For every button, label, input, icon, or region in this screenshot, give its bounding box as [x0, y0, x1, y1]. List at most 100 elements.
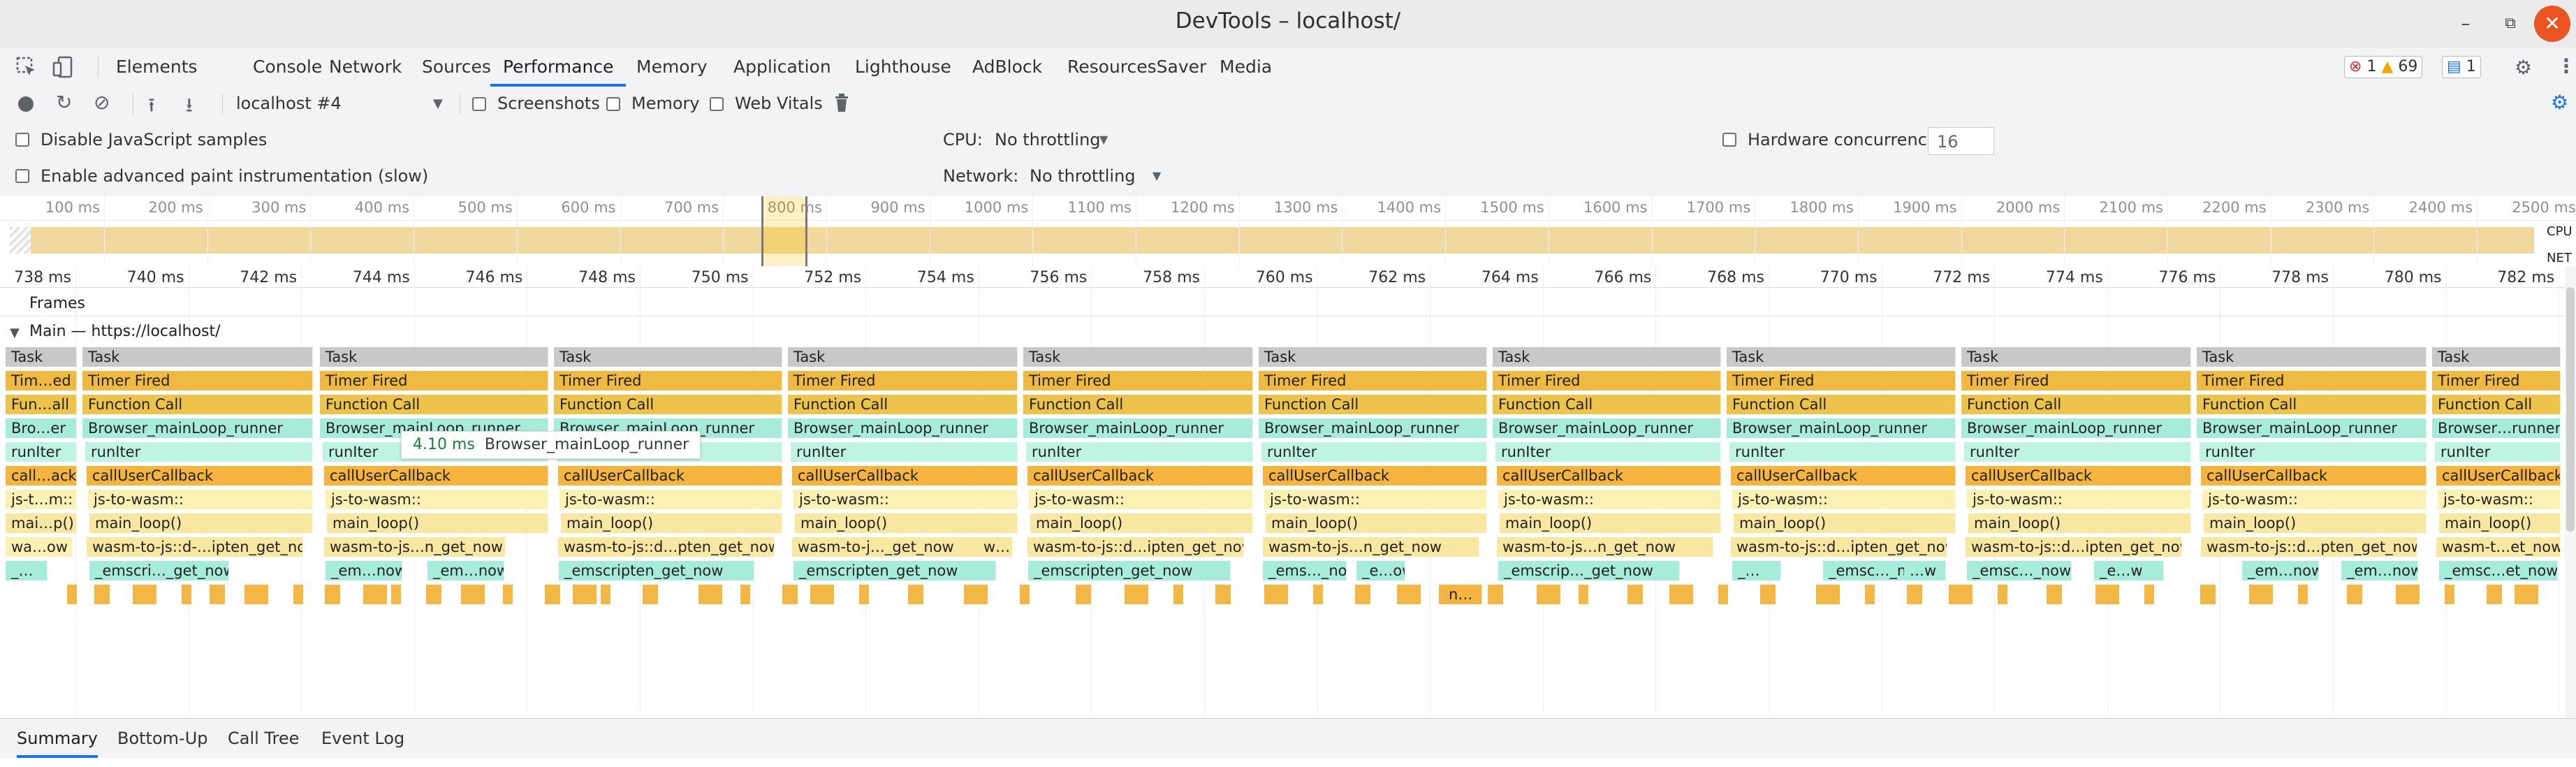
flame-sliver[interactable]	[461, 585, 485, 604]
flame-block[interactable]: js-to-wasm::	[325, 490, 548, 509]
flame-sliver[interactable]	[1718, 585, 1728, 604]
flame-block[interactable]: wasm-to-js::d…ipten_get_now	[1027, 537, 1244, 557]
more-options-icon[interactable]: ⋮	[2556, 54, 2576, 78]
flame-block[interactable]: Browser_mainLoop_runner	[82, 418, 313, 438]
flame-block[interactable]: runIter	[6, 442, 77, 462]
flame-block[interactable]: js-to-wasm::	[559, 490, 782, 509]
flame-sliver[interactable]	[1355, 585, 1370, 604]
flame-sliver[interactable]	[133, 585, 156, 604]
flame-block[interactable]: callUserCallback	[87, 466, 313, 485]
flame-block[interactable]: Timer Fired	[2197, 371, 2427, 390]
flame-block[interactable]: wasm-to-j…_get_now	[792, 537, 1009, 557]
flame-sliver[interactable]	[859, 585, 869, 604]
flame-block[interactable]: main_loop()	[1500, 513, 1721, 533]
expand-arrow-icon[interactable]: ▼	[10, 326, 20, 340]
flame-block[interactable]: Task	[788, 347, 1018, 367]
flame-block[interactable]: Browser_mainLoop_runner	[1023, 418, 1253, 438]
flame-block[interactable]: _em…now	[325, 561, 402, 580]
flame-sliver[interactable]	[545, 585, 560, 604]
flame-block[interactable]: Task	[320, 347, 548, 367]
flame-sliver[interactable]	[426, 585, 441, 604]
clear-icon[interactable]: ⊘	[94, 91, 110, 114]
flame-block[interactable]: runIter	[85, 442, 313, 462]
flame-sliver[interactable]	[964, 585, 988, 604]
screenshots-checkbox[interactable]	[472, 97, 486, 111]
flame-block[interactable]: wasm-to-js::d-…ipten_get_now	[87, 537, 303, 557]
flame-block[interactable]: _…	[6, 561, 47, 580]
flame-sliver[interactable]	[1125, 585, 1148, 604]
tab-sources[interactable]: Sources	[409, 48, 504, 87]
bottom-tab-summary[interactable]: Summary	[17, 719, 98, 758]
flame-block[interactable]: _emscrip…_get_now	[1498, 561, 1680, 580]
flame-block[interactable]: _e…ow	[1356, 561, 1405, 580]
flame-block[interactable]: Function Call	[1023, 395, 1253, 414]
flame-block[interactable]: _…	[1732, 561, 1781, 580]
flame-block[interactable]: Browser_mainLoop_runner	[788, 418, 1018, 438]
flame-block[interactable]: _em…now	[2242, 561, 2319, 580]
flame-sliver[interactable]	[2445, 585, 2454, 604]
flame-block[interactable]: js-to-wasm::	[1029, 490, 1253, 509]
flame-block[interactable]: main_loop()	[561, 513, 782, 533]
flame-block[interactable]: Timer Fired	[1023, 371, 1253, 390]
flame-block[interactable]: _em…now	[427, 561, 504, 580]
flame-block[interactable]: js-to-wasm::	[1498, 490, 1721, 509]
flame-block[interactable]: _emscri…_get_now	[89, 561, 229, 580]
flame-block[interactable]: Timer Fired	[788, 371, 1018, 390]
flame-sliver[interactable]	[1949, 585, 1973, 604]
flame-block[interactable]: mai…p()	[6, 513, 77, 533]
flame-block[interactable]: _emsc…_now	[1967, 561, 2072, 580]
flame-sliver[interactable]	[740, 585, 750, 604]
flame-block[interactable]: main_loop()	[1968, 513, 2191, 533]
overview-selection-window[interactable]	[761, 196, 807, 266]
flame-block[interactable]: _emsc…et_now	[2439, 561, 2558, 580]
flame-block[interactable]: Task	[1727, 347, 1956, 367]
tab-elements[interactable]: Elements	[103, 48, 210, 87]
flame-block[interactable]: runIter	[1495, 442, 1721, 462]
tab-resourcessaver[interactable]: ResourcesSaver	[1055, 48, 1219, 87]
flame-block[interactable]: Timer Fired	[554, 371, 782, 390]
flame-block[interactable]: runIter	[1026, 442, 1253, 462]
flame-block[interactable]: wasm-to-js…n_get_now	[324, 537, 506, 557]
flame-block[interactable]: Browser_mainLoop_runner	[1727, 418, 1956, 438]
flame-sliver[interactable]	[293, 585, 303, 604]
flame-block[interactable]: Browser_mainLoop_runner	[1961, 418, 2191, 438]
flame-block[interactable]: n…	[1443, 585, 1482, 604]
flame-block[interactable]: callUserCallback	[558, 466, 782, 485]
bottom-tab-bottom-up[interactable]: Bottom-Up	[117, 719, 208, 758]
flame-sliver[interactable]	[325, 585, 340, 604]
flame-sliver[interactable]	[698, 585, 722, 604]
flame-block[interactable]: main_loop()	[89, 513, 313, 533]
tab-media[interactable]: Media	[1207, 48, 1285, 87]
inspect-element-icon[interactable]	[15, 56, 38, 83]
tab-network[interactable]: Network	[316, 48, 414, 87]
main-thread-track-label[interactable]: Main — https://localhost/	[29, 323, 221, 340]
flame-sliver[interactable]	[2347, 585, 2362, 604]
flame-block[interactable]: main_loop()	[1734, 513, 1956, 533]
flame-block[interactable]: wasm-to-js…n_get_now	[1497, 537, 1713, 557]
flame-block[interactable]: Function Call	[788, 395, 1018, 414]
flame-sliver[interactable]	[363, 585, 387, 604]
flame-block[interactable]: wasm-t…et_now	[2436, 537, 2561, 557]
flame-block[interactable]: Browser_mainLoop_runner	[1493, 418, 1721, 438]
flame-block[interactable]: Function Call	[2432, 395, 2561, 414]
flame-block[interactable]: Timer Fired	[1727, 371, 1956, 390]
restore-icon[interactable]: ⧉	[2495, 8, 2526, 39]
flame-block[interactable]: js-to-wasm::	[88, 490, 313, 509]
flame-block[interactable]: Timer Fired	[1961, 371, 2191, 390]
flame-block[interactable]: Task	[1961, 347, 2191, 367]
flame-block[interactable]: callUserCallback	[792, 466, 1018, 485]
flame-block[interactable]: Timer Fired	[320, 371, 548, 390]
flame-block[interactable]: wasm-to-js::d…pten_get_now	[2201, 537, 2417, 557]
flame-block[interactable]: Function Call	[1727, 395, 1956, 414]
flame-sliver[interactable]	[1579, 585, 1588, 604]
flame-sliver[interactable]	[1816, 585, 1840, 604]
flame-block[interactable]: callUserCallback	[2436, 466, 2561, 485]
flame-sliver[interactable]	[2396, 585, 2420, 604]
flame-block[interactable]: Task	[2432, 347, 2561, 367]
flame-sliver[interactable]	[1215, 585, 1231, 604]
flame-block[interactable]: Tim…ed	[6, 371, 77, 390]
flame-sliver[interactable]	[2200, 585, 2216, 604]
flame-block[interactable]: _em…now	[2341, 561, 2418, 580]
flame-block[interactable]: Task	[6, 347, 77, 367]
flame-block[interactable]: wasm-to-js::d…ipten_get_now	[1731, 537, 1947, 557]
